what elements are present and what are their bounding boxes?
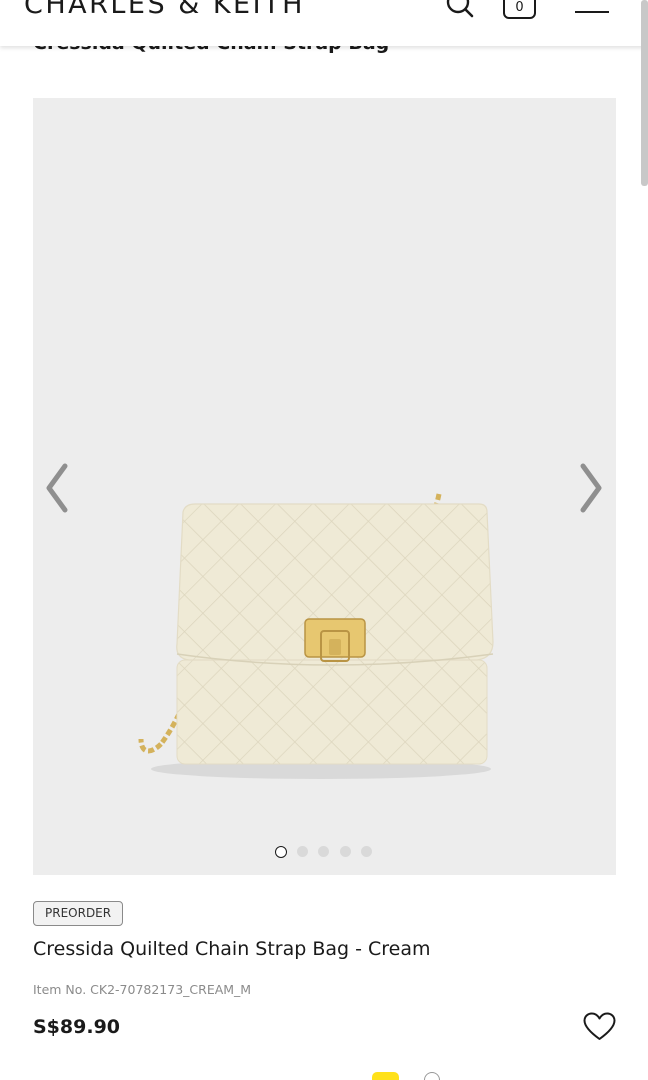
color-swatch[interactable] [302,1072,316,1080]
hamburger-menu-icon[interactable] [575,0,609,16]
product-price: S$89.90 [33,1016,121,1038]
cart-button[interactable]: 0 [503,0,536,19]
gallery-next-button[interactable] [577,462,605,514]
scrollbar[interactable] [641,0,648,186]
product-image [138,493,494,779]
cart-count: 0 [515,0,524,15]
preorder-badge: PREORDER [33,901,124,926]
color-swatch-selected[interactable] [372,1072,399,1080]
gallery-dot[interactable] [340,846,351,857]
gallery-dot[interactable] [318,846,329,857]
color-swatch[interactable] [424,1072,440,1080]
chevron-right-icon [580,463,602,513]
wishlist-button[interactable] [583,1012,616,1042]
heart-outline-icon [583,1012,616,1040]
gallery-dot[interactable] [297,846,308,857]
gallery-dot[interactable] [275,845,287,858]
brand-logo[interactable]: CHARLES & KEITH [24,0,305,20]
search-button[interactable] [444,0,476,22]
gallery-dot[interactable] [361,846,372,857]
search-icon [446,0,474,18]
product-image-gallery[interactable] [33,98,616,875]
gallery-prev-button[interactable] [43,462,71,514]
item-number: Item No. CK2-70782173_CREAM_M [33,982,252,997]
chevron-left-icon [46,463,68,513]
product-title: Cressida Quilted Chain Strap Bag - Cream [33,938,431,960]
site-header: CHARLES & KEITH 0 [0,0,648,46]
